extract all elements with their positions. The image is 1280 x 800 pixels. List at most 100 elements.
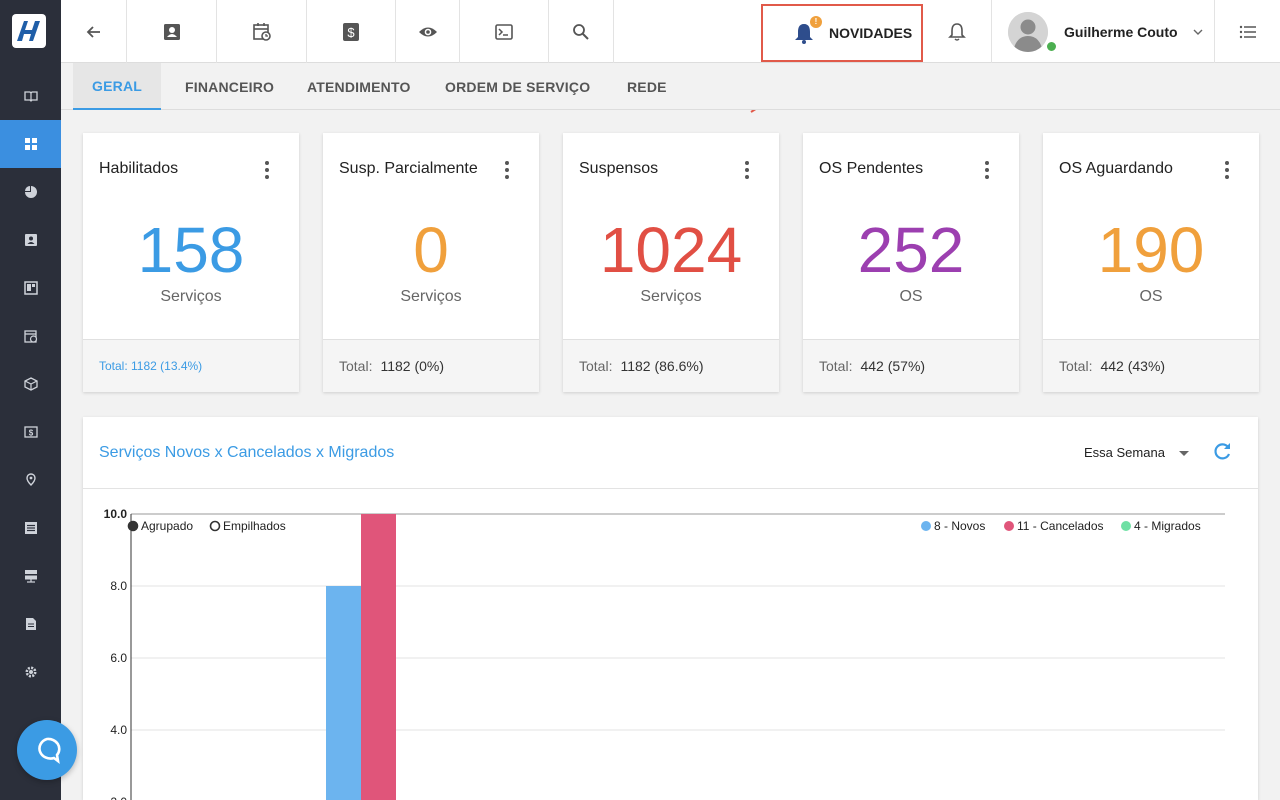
location-pin-icon: [25, 473, 36, 486]
card-total-value: 442 (43%): [1100, 358, 1166, 374]
toggle-label[interactable]: Agrupado: [141, 519, 193, 533]
svg-text:$: $: [347, 25, 355, 40]
card-title: OS Pendentes: [819, 160, 924, 177]
more-vertical-icon[interactable]: [745, 161, 749, 182]
sidebar-item-finance[interactable]: $: [0, 408, 61, 456]
toggle-label[interactable]: Empilhados: [223, 519, 286, 533]
logo-icon: [17, 21, 40, 41]
sidebar-item-network[interactable]: [0, 552, 61, 600]
sidebar-item-reports[interactable]: [0, 168, 61, 216]
card-footer: Total: 442 (43%): [1043, 339, 1259, 392]
user-name: Guilherme Couto: [1064, 23, 1178, 40]
sidebar: $: [0, 0, 61, 800]
card-footer: Total: 1182 (0%): [323, 339, 539, 392]
card-value: 158: [137, 214, 245, 286]
tab-geral[interactable]: GERAL: [73, 63, 161, 110]
novidades-button[interactable]: ! NOVIDADES: [761, 4, 923, 62]
caret-down-icon[interactable]: [1179, 451, 1189, 456]
book-icon: [23, 91, 38, 102]
sidebar-item-documents[interactable]: [0, 600, 61, 648]
legend-swatch: [1004, 521, 1014, 531]
sidebar-item-inventory[interactable]: [0, 360, 61, 408]
more-vertical-icon[interactable]: [985, 161, 989, 182]
card-susp-parcialmente: Susp. Parcialmente 0 Serviços Total: 118…: [323, 133, 539, 392]
calendar-clock-icon: [23, 330, 37, 343]
radio-selected: [127, 520, 139, 532]
card-os-aguardando: OS Aguardando 190 OS Total: 442 (43%): [1043, 133, 1259, 392]
contact-card-icon: [24, 234, 37, 246]
card-footer: Total: 1182 (86.6%): [563, 339, 779, 392]
sidebar-item-dashboard[interactable]: [0, 120, 61, 168]
contact-card-icon: [163, 23, 180, 40]
card-total-value: 1182 (0%): [380, 358, 445, 374]
tab-financeiro[interactable]: FINANCEIRO: [185, 63, 274, 110]
card-total-label: Total:: [579, 358, 613, 374]
tab-ordem-de-servico[interactable]: ORDEM DE SERVIÇO: [445, 63, 590, 110]
schedule-shortcut-button[interactable]: [217, 0, 307, 63]
chat-bubble-icon: [38, 737, 61, 764]
bell-outline-icon: [948, 22, 966, 41]
bar: [361, 514, 396, 800]
back-button[interactable]: [61, 0, 127, 63]
card-value: 190: [1097, 214, 1205, 286]
more-vertical-icon[interactable]: [505, 161, 509, 182]
more-vertical-icon[interactable]: [1225, 161, 1229, 182]
terminal-shortcut-button[interactable]: [460, 0, 549, 63]
card-title: OS Aguardando: [1059, 160, 1173, 177]
gear-icon: [25, 666, 36, 678]
card-unit: Serviços: [160, 288, 222, 305]
sidebar-item-settings[interactable]: [0, 648, 61, 696]
legend-label: 8 - Novos: [934, 519, 985, 533]
card-total-value: 1182 (86.6%): [620, 358, 704, 374]
card-unit: OS: [1139, 288, 1163, 305]
sidebar-item-list[interactable]: [0, 504, 61, 552]
app-logo[interactable]: [12, 14, 46, 48]
y-tick-label: 4.0: [110, 723, 127, 737]
calendar-clock-icon: [252, 22, 271, 41]
sidebar-item-clients[interactable]: [0, 216, 61, 264]
board-icon: [23, 281, 38, 295]
notifications-button[interactable]: [923, 0, 991, 63]
eye-icon: [418, 27, 437, 36]
chat-button[interactable]: [17, 720, 77, 780]
more-vertical-icon[interactable]: [265, 161, 269, 182]
sidebar-item-schedule[interactable]: [0, 312, 61, 360]
y-tick-label: 6.0: [110, 651, 127, 665]
sidebar-item-board[interactable]: [0, 264, 61, 312]
tab-atendimento[interactable]: ATENDIMENTO: [307, 63, 411, 110]
period-select[interactable]: Essa Semana: [1084, 445, 1165, 460]
card-title: Habilitados: [99, 160, 179, 177]
tab-bar: GERAL FINANCEIRO ATENDIMENTO ORDEM DE SE…: [61, 63, 1280, 110]
card-total-link[interactable]: Total: 1182 (13.4%): [99, 359, 202, 373]
card-value: 0: [413, 214, 449, 286]
card-value: 252: [857, 214, 965, 286]
card-total-label: Total:: [339, 358, 373, 374]
tab-rede[interactable]: REDE: [627, 63, 667, 110]
sidebar-item-book[interactable]: [0, 72, 61, 120]
server-icon: [24, 570, 37, 583]
sidebar-item-map[interactable]: [0, 456, 61, 504]
bar: [326, 586, 361, 800]
card-suspensos: Suspensos 1024 Serviços Total: 1182 (86.…: [563, 133, 779, 392]
card-footer: Total: 1182 (13.4%): [83, 339, 299, 392]
menu-list-button[interactable]: [1215, 0, 1280, 63]
dashboard-icon: [24, 138, 37, 150]
card-value: 1024: [599, 214, 743, 286]
user-menu[interactable]: Guilherme Couto: [991, 0, 1215, 63]
legend-label: 11 - Cancelados: [1017, 519, 1104, 533]
y-tick-label: 8.0: [110, 579, 127, 593]
legend-label: 4 - Migrados: [1134, 519, 1201, 533]
cube-icon: [23, 377, 38, 391]
novidades-label: NOVIDADES: [829, 25, 913, 41]
y-tick-label: 10.0: [104, 507, 128, 521]
clients-shortcut-button[interactable]: [127, 0, 217, 63]
card-total-value: 442 (57%): [860, 358, 926, 374]
refresh-icon[interactable]: [1211, 441, 1233, 463]
search-button[interactable]: [549, 0, 614, 63]
card-unit: OS: [899, 288, 923, 305]
user-silhouette-icon: [1008, 11, 1048, 52]
finance-shortcut-button[interactable]: $: [307, 0, 396, 63]
view-shortcut-button[interactable]: [396, 0, 460, 63]
online-status-indicator: [1045, 40, 1058, 53]
notification-badge: !: [810, 16, 822, 28]
